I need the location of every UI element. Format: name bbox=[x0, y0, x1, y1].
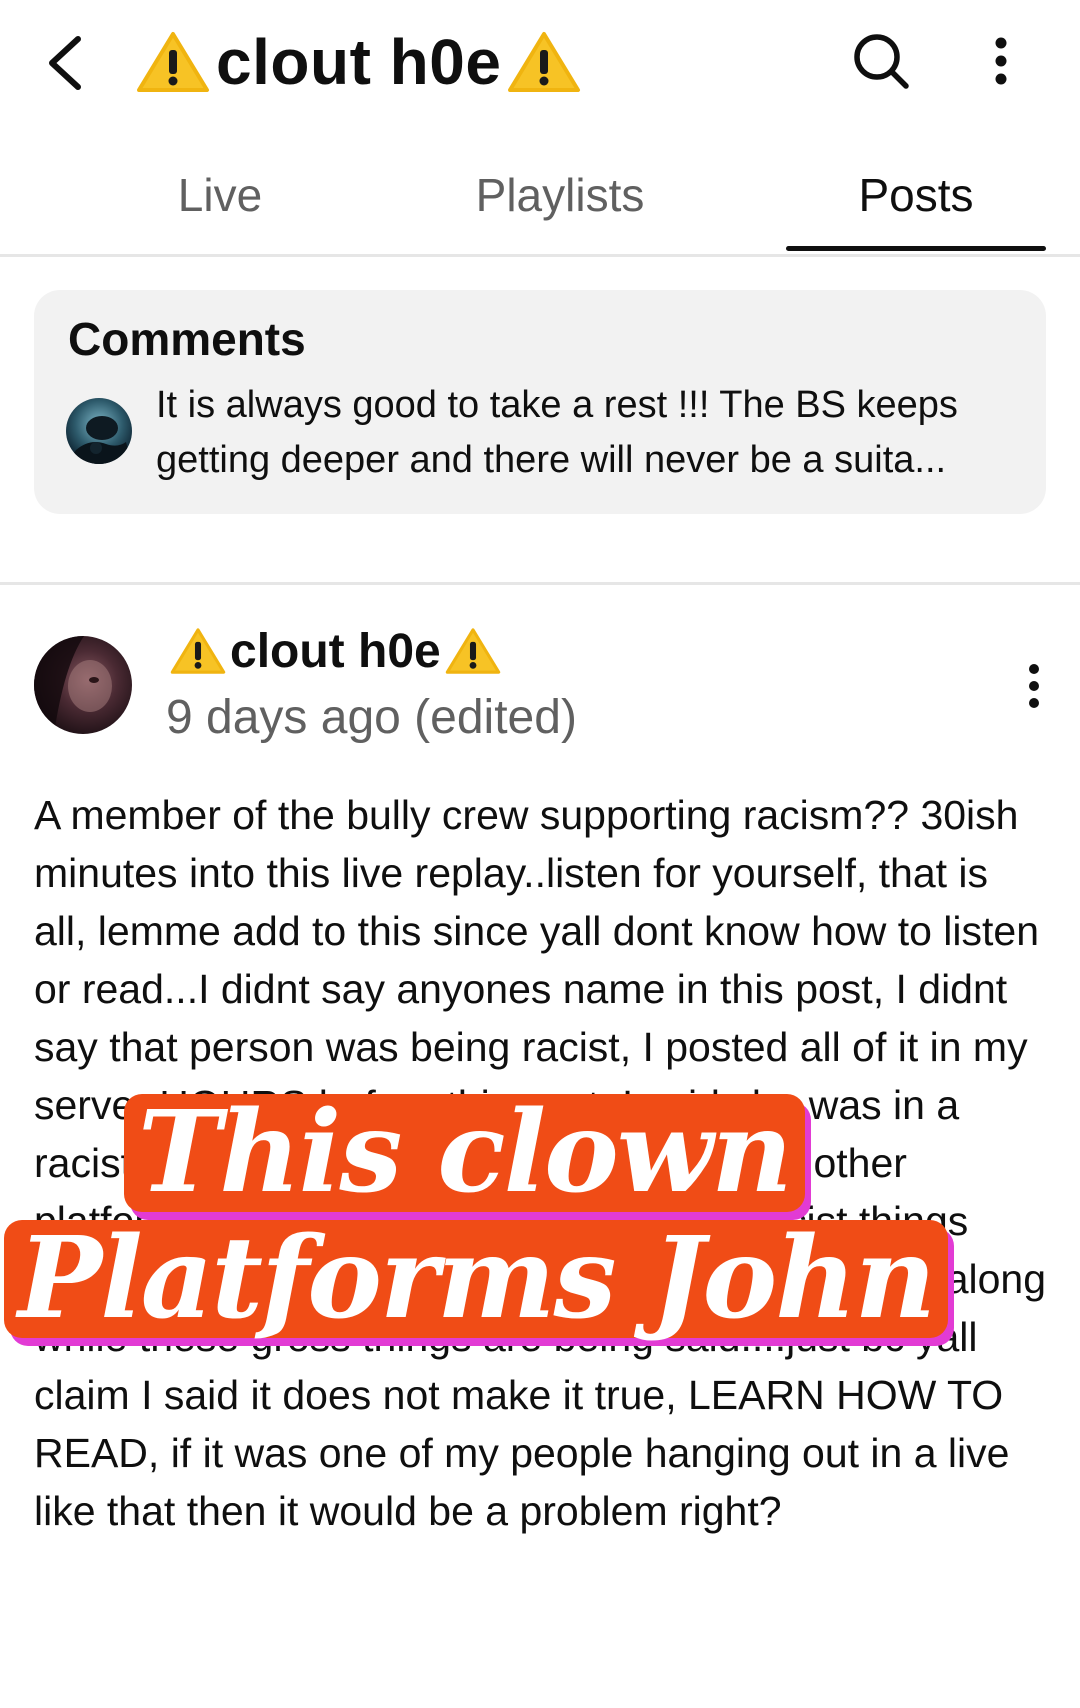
post-body: A member of the bully crew supporting ra… bbox=[34, 792, 1047, 1534]
post-author-avatar[interactable] bbox=[34, 636, 132, 734]
search-icon bbox=[854, 34, 909, 89]
channel-title: clout h0e bbox=[130, 22, 587, 102]
comment-preview: It is always good to take a rest !!! The… bbox=[156, 384, 958, 481]
back-button[interactable] bbox=[34, 28, 94, 98]
warning-icon bbox=[508, 32, 581, 92]
post-author[interactable]: clout h0e bbox=[166, 618, 505, 684]
back-arrow-icon bbox=[49, 36, 81, 90]
tab-playlists[interactable]: Playlists bbox=[420, 140, 700, 250]
more-options-button[interactable] bbox=[976, 26, 1026, 96]
tab-posts[interactable]: Posts bbox=[786, 140, 1046, 250]
post-timestamp: 9 days ago (edited) bbox=[166, 691, 577, 744]
active-tab-indicator bbox=[786, 246, 1046, 251]
section-divider bbox=[0, 582, 1080, 585]
app-header: clout h0e bbox=[0, 0, 1080, 130]
post-author-name: clout h0e bbox=[230, 624, 441, 678]
search-button[interactable] bbox=[846, 26, 916, 96]
warning-icon bbox=[445, 628, 500, 674]
warning-icon bbox=[170, 628, 226, 674]
comments-title: Comments bbox=[68, 313, 306, 365]
channel-tabs: Live Playlists Posts bbox=[0, 140, 1080, 257]
post-more-options-button[interactable] bbox=[1012, 656, 1056, 716]
more-vertical-icon bbox=[1029, 664, 1039, 708]
commenter-avatar bbox=[66, 398, 132, 464]
comments-card[interactable]: Comments It is always good to take a res… bbox=[34, 290, 1046, 514]
channel-title-text: clout h0e bbox=[216, 26, 502, 98]
tab-live[interactable]: Live bbox=[120, 140, 320, 250]
warning-icon bbox=[137, 32, 209, 92]
more-vertical-icon bbox=[995, 37, 1007, 85]
